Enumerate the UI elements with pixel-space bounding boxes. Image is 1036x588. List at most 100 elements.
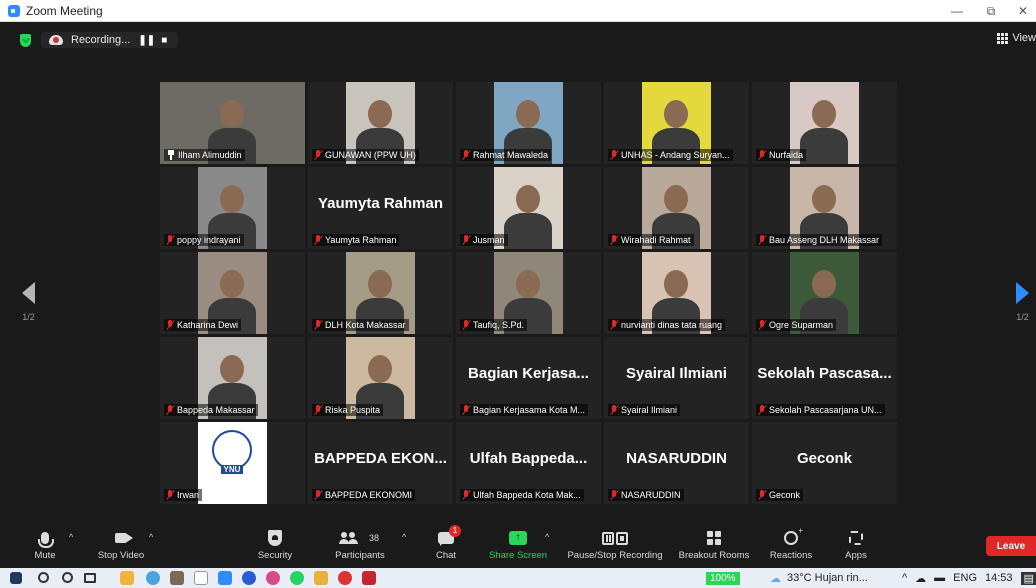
participant-tile[interactable]: Rahmat Mawaleda bbox=[456, 82, 601, 164]
participant-tile[interactable]: BAPPEDA EKON... BAPPEDA EKONOMI bbox=[308, 422, 453, 504]
participants-button[interactable]: 38 Participants bbox=[315, 528, 405, 561]
arrow-left-icon[interactable] bbox=[22, 282, 35, 304]
window-titlebar: Zoom Meeting — ⧉ ✕ bbox=[0, 0, 1036, 22]
participant-tile[interactable]: Jusman bbox=[456, 167, 601, 249]
participant-name-label: GUNAWAN (PPW UH) bbox=[312, 149, 419, 161]
participant-tile[interactable]: Syairal Ilmiani Syairal Ilmiani bbox=[604, 337, 749, 419]
minimize-button[interactable]: — bbox=[940, 0, 974, 22]
participant-tile[interactable]: Taufiq, S.Pd. bbox=[456, 252, 601, 334]
browser-icon[interactable] bbox=[242, 571, 256, 585]
participant-tile[interactable]: Ilham Alimuddin bbox=[160, 82, 305, 164]
person-head bbox=[368, 270, 392, 298]
participant-tile[interactable]: GUNAWAN (PPW UH) bbox=[308, 82, 453, 164]
notification-icon[interactable]: ▤ bbox=[1020, 571, 1036, 585]
person-head bbox=[812, 100, 836, 128]
muted-microphone-icon bbox=[315, 490, 322, 500]
participant-tile[interactable]: Nurfaida bbox=[752, 82, 897, 164]
vlc-icon[interactable] bbox=[314, 571, 328, 585]
close-button[interactable]: ✕ bbox=[1006, 0, 1036, 22]
taskbar-app-icon-3[interactable] bbox=[194, 571, 208, 585]
person-body bbox=[504, 213, 552, 249]
participant-tile[interactable]: Bagian Kerjasa... Bagian Kerjasama Kota M… bbox=[456, 337, 601, 419]
arrow-right-icon[interactable] bbox=[1016, 282, 1029, 304]
muted-microphone-icon bbox=[611, 405, 618, 415]
participant-name-label: Ulfah Bappeda Kota Mak... bbox=[460, 489, 584, 501]
recording-indicator: Recording... ❚❚ ■ bbox=[41, 32, 179, 48]
person-head bbox=[516, 270, 540, 298]
person-head bbox=[220, 270, 244, 298]
participant-name: Sekolah Pascasarjana UN... bbox=[769, 405, 882, 415]
participant-tile[interactable]: nurvianti dinas tata ruang bbox=[604, 252, 749, 334]
language-indicator[interactable]: ENG bbox=[953, 572, 977, 584]
pause-recording-icon[interactable]: ❚❚ bbox=[138, 35, 155, 46]
muted-microphone-icon bbox=[759, 235, 766, 245]
participant-tile[interactable]: Ulfah Bappeda... Ulfah Bappeda Kota Mak..… bbox=[456, 422, 601, 504]
participant-tile[interactable]: Ogre Suparman bbox=[752, 252, 897, 334]
search-icon[interactable] bbox=[38, 572, 49, 583]
muted-microphone-icon bbox=[463, 235, 470, 245]
task-view-icon[interactable] bbox=[84, 573, 96, 583]
stop-recording-icon[interactable]: ■ bbox=[158, 35, 170, 46]
participant-name-label: Bappeda Makassar bbox=[164, 404, 258, 416]
battery-icon[interactable]: ▬ bbox=[934, 572, 945, 584]
participant-tile[interactable]: Geconk Geconk bbox=[752, 422, 897, 504]
participant-tile[interactable]: UNHAS - Andang Suryan... bbox=[604, 82, 749, 164]
participant-tile[interactable]: Wirahadi Rahmat bbox=[604, 167, 749, 249]
view-button[interactable]: View bbox=[997, 32, 1036, 44]
zoom-taskbar-icon[interactable] bbox=[218, 571, 232, 585]
pdf-reader-icon[interactable] bbox=[362, 571, 376, 585]
previous-page-control[interactable]: 1/2 bbox=[22, 282, 35, 322]
muted-microphone-icon bbox=[315, 150, 322, 160]
weather-widget[interactable]: ☁ 33°C Hujan rin... bbox=[770, 568, 868, 588]
participant-display-name: Ulfah Bappeda... bbox=[469, 450, 588, 467]
participant-tile[interactable]: NASARUDDIN NASARUDDIN bbox=[604, 422, 749, 504]
clock-time[interactable]: 14:53 bbox=[985, 572, 1013, 584]
cortana-icon[interactable] bbox=[62, 572, 73, 583]
share-screen-label: Share Screen bbox=[488, 550, 548, 561]
security-button[interactable]: Security bbox=[230, 528, 320, 561]
muted-microphone-icon bbox=[315, 405, 322, 415]
participant-name: Bau Asseng DLH Makassar bbox=[769, 235, 880, 245]
participant-tile[interactable]: Katharina Dewi bbox=[160, 252, 305, 334]
participant-tile[interactable]: Riska Puspita bbox=[308, 337, 453, 419]
apps-button[interactable]: Apps bbox=[811, 528, 901, 561]
cloud-tray-icon[interactable]: ☁ bbox=[915, 572, 926, 585]
maximize-button[interactable]: ⧉ bbox=[974, 0, 1008, 22]
tray-chevron-icon[interactable]: ^ bbox=[902, 572, 907, 584]
participant-display-name: Sekolah Pascasa... bbox=[757, 365, 892, 382]
taskbar-app-icon-2[interactable] bbox=[170, 571, 184, 585]
breakout-rooms-label: Breakout Rooms bbox=[678, 550, 750, 561]
whatsapp-icon[interactable] bbox=[290, 571, 304, 585]
participant-tile[interactable]: poppy indrayani bbox=[160, 167, 305, 249]
participant-name-label: NASARUDDIN bbox=[608, 489, 684, 501]
participant-tile[interactable]: Bau Asseng DLH Makassar bbox=[752, 167, 897, 249]
participant-display-name: BAPPEDA EKON... bbox=[314, 450, 447, 467]
next-page-control[interactable]: 1/2 bbox=[1016, 282, 1029, 322]
taskbar-app-icon-1[interactable] bbox=[146, 571, 160, 585]
share-options-caret-icon[interactable]: ^ bbox=[545, 532, 549, 542]
taskbar-app-icon-4[interactable] bbox=[266, 571, 280, 585]
pause-stop-recording-button[interactable]: Pause/Stop Recording bbox=[560, 528, 670, 561]
participant-name-label: Rahmat Mawaleda bbox=[460, 149, 552, 161]
leave-button[interactable]: Leave bbox=[986, 536, 1036, 556]
audio-options-caret-icon[interactable]: ^ bbox=[69, 532, 73, 542]
participant-name: DLH Kota Makassar bbox=[325, 320, 406, 330]
participant-tile[interactable]: Yaumyta Rahman Yaumyta Rahman bbox=[308, 167, 453, 249]
pin-icon bbox=[167, 150, 175, 160]
participant-tile[interactable]: DLH Kota Makassar bbox=[308, 252, 453, 334]
participant-tile[interactable]: Bappeda Makassar bbox=[160, 337, 305, 419]
file-explorer-icon[interactable] bbox=[120, 571, 134, 585]
person-head bbox=[664, 185, 688, 213]
windows-start-icon[interactable] bbox=[10, 572, 22, 584]
participant-tile[interactable]: YNU Irwan bbox=[160, 422, 305, 504]
participant-name: nurvianti dinas tata ruang bbox=[621, 320, 723, 330]
muted-microphone-icon bbox=[611, 235, 618, 245]
video-options-caret-icon[interactable]: ^ bbox=[149, 532, 153, 542]
encryption-shield-icon[interactable] bbox=[20, 33, 31, 47]
zoom-level-indicator[interactable]: 100% bbox=[706, 568, 740, 588]
share-screen-button[interactable]: ↑ Share Screen bbox=[473, 528, 563, 561]
person-head bbox=[516, 185, 540, 213]
participant-tile[interactable]: Sekolah Pascasa... Sekolah Pascasarjana U… bbox=[752, 337, 897, 419]
person-head bbox=[368, 100, 392, 128]
taskbar-app-icon-5[interactable] bbox=[338, 571, 352, 585]
